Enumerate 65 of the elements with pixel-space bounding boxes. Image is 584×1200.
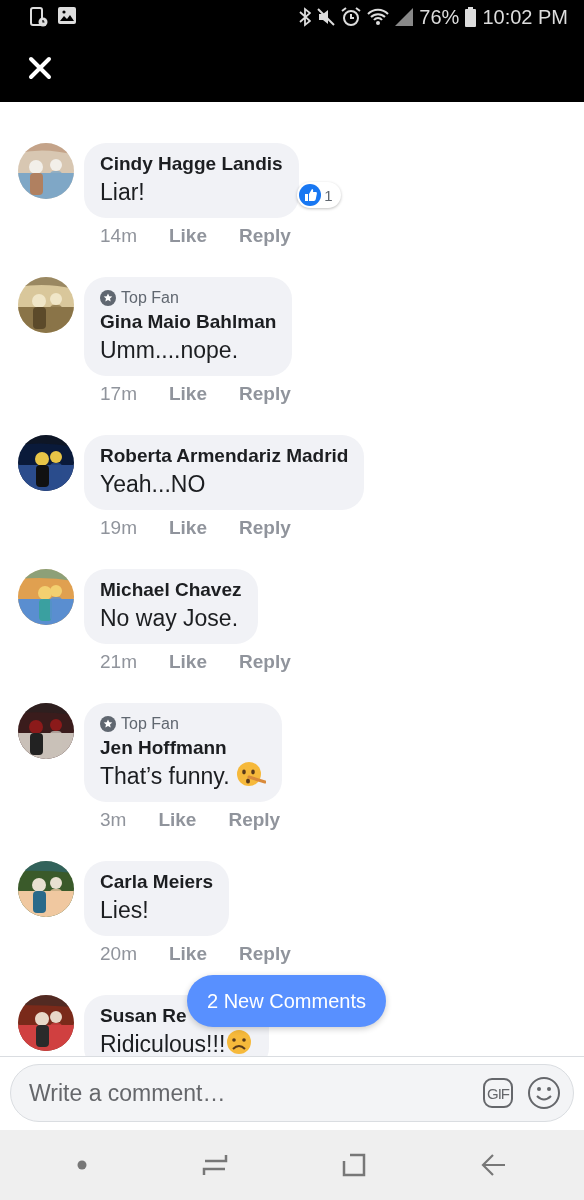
comment-text: Liar!	[100, 179, 145, 205]
comment-action-link[interactable]: Reply	[239, 646, 291, 678]
star-badge-icon	[100, 716, 116, 732]
comment-action-link[interactable]: Like	[168, 378, 207, 410]
battery-icon	[465, 7, 477, 27]
comment-text: Lies!	[100, 897, 149, 923]
comment-time: 14m	[100, 224, 137, 248]
comment-action-link[interactable]: Reply	[239, 938, 291, 970]
emoji-button[interactable]	[527, 1076, 561, 1110]
back-button[interactable]	[480, 1153, 507, 1177]
commenter-name: Carla Meiers	[100, 870, 213, 894]
gif-button[interactable]: GIF	[483, 1078, 513, 1108]
commenter-name: Jen Hoffmann	[100, 736, 228, 760]
new-comments-button[interactable]: 2 New Comments	[187, 975, 386, 1027]
recents-button[interactable]	[201, 1153, 228, 1177]
like-icon	[299, 184, 322, 206]
clock-time: 10:02 PM	[482, 5, 568, 29]
comment-action-link[interactable]: Like	[168, 220, 207, 252]
home-button[interactable]	[342, 1153, 367, 1177]
commenter-name: Cindy Hagge Landis	[100, 152, 283, 176]
comment-action-link[interactable]: Reply	[239, 378, 291, 410]
comment-action-link[interactable]: Reply	[239, 220, 291, 252]
mute-icon	[317, 8, 336, 26]
comment-text: Yeah...NO	[100, 471, 206, 497]
comment-time: 3m	[100, 808, 127, 832]
signal-icon	[395, 8, 414, 26]
comment-text: No way Jose.	[100, 605, 239, 631]
comment-time: 17m	[100, 382, 137, 406]
home-icon	[342, 1153, 367, 1177]
commenter-name: Susan Re	[100, 1004, 188, 1028]
comment-field[interactable]: Write a comment… GIF	[10, 1064, 574, 1122]
comment-action-link[interactable]: Like	[168, 938, 207, 970]
comment-text: Ridiculous!!!	[100, 1031, 226, 1056]
battery-percent: 76%	[419, 5, 460, 29]
top-fan-label: Top Fan	[121, 714, 179, 734]
smiley-icon	[527, 1076, 561, 1110]
comment-text: Umm....nope.	[100, 337, 239, 363]
frowning-face-icon	[225, 1028, 254, 1056]
alarm-icon	[341, 7, 362, 27]
comment-action-link[interactable]: Reply	[239, 512, 291, 544]
recents-icon	[201, 1153, 228, 1177]
back-icon	[480, 1153, 507, 1177]
comment-time: 20m	[100, 942, 137, 966]
close-button[interactable]	[28, 56, 52, 80]
lying-face-icon	[235, 760, 266, 788]
comment-action-link[interactable]: Reply	[228, 804, 281, 836]
image-icon	[58, 7, 76, 24]
bluetooth-icon	[299, 7, 312, 27]
commenter-name: Michael Chavez	[100, 578, 242, 602]
comment-time: 21m	[100, 650, 137, 674]
wifi-icon	[367, 8, 390, 26]
commenter-name: Roberta Armendariz Madrid	[100, 444, 349, 468]
comment-action-link[interactable]: Like	[168, 512, 207, 544]
star-badge-icon	[100, 290, 116, 306]
comment-action-link[interactable]: Like	[168, 646, 207, 678]
dot-button[interactable]	[77, 1160, 88, 1170]
comment-time: 19m	[100, 516, 137, 540]
dot-icon	[77, 1160, 88, 1170]
top-fan-label: Top Fan	[121, 288, 179, 308]
reaction-count[interactable]: 1	[297, 182, 341, 208]
phone-clock-icon	[30, 7, 48, 27]
commenter-name: Gina Maio Bahlman	[100, 310, 277, 334]
comment-text: That’s funny.	[100, 763, 230, 789]
close-icon	[28, 56, 52, 80]
comment-action-link[interactable]: Like	[158, 804, 197, 836]
